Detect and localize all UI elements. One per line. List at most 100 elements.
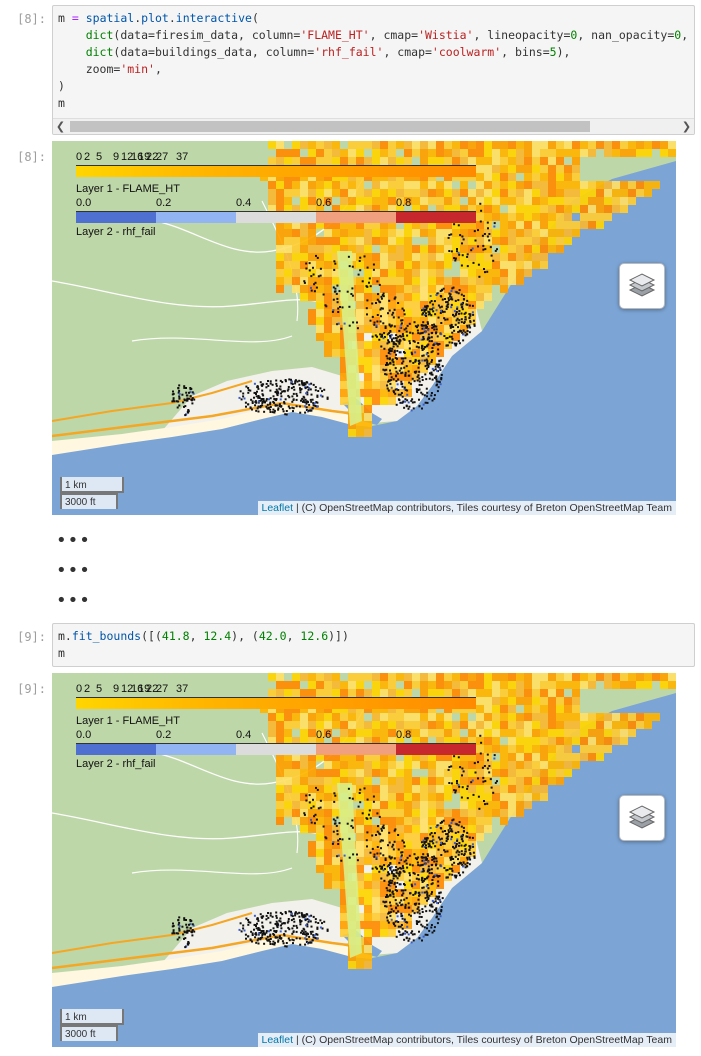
leaflet-link[interactable]: Leaflet bbox=[262, 1034, 294, 1046]
building-marker bbox=[392, 848, 395, 851]
collapsed-output-ellipsis[interactable]: ••• bbox=[56, 560, 91, 581]
building-marker bbox=[263, 942, 266, 945]
flame-height-cell bbox=[436, 317, 444, 325]
flame-height-cell bbox=[316, 841, 324, 849]
flame-height-cell bbox=[500, 697, 508, 705]
building-marker bbox=[426, 391, 429, 394]
building-marker bbox=[404, 905, 407, 908]
horizontal-scrollbar[interactable]: ❮ ❯ bbox=[53, 118, 694, 134]
building-marker bbox=[414, 892, 417, 895]
scroll-left-icon[interactable]: ❮ bbox=[53, 119, 68, 134]
map-output[interactable]: 0 2 5 9 12 16 19 22 27 37 Layer 1 - FLAME_HT 0.0 0.2… bbox=[52, 141, 676, 515]
building-marker bbox=[426, 367, 428, 370]
building-marker bbox=[282, 942, 285, 945]
building-marker bbox=[451, 337, 454, 340]
layers-control-button[interactable] bbox=[619, 263, 665, 309]
flame-height-cell bbox=[572, 181, 580, 189]
input-prompt-9: [9]: bbox=[17, 630, 46, 644]
flame-height-cell bbox=[388, 269, 396, 277]
code-editor[interactable]: m = spatial.plot.interactive( dict(data=… bbox=[53, 6, 694, 112]
collapsed-output-ellipsis[interactable]: ••• bbox=[56, 530, 91, 551]
flame-height-cell bbox=[324, 673, 332, 681]
scale-bar-metric: 1 km bbox=[60, 477, 124, 493]
flame-height-cell bbox=[420, 825, 428, 833]
building-marker bbox=[391, 872, 394, 875]
building-marker bbox=[409, 382, 412, 385]
flame-height-cell bbox=[388, 769, 396, 777]
code-cell-8[interactable]: m = spatial.plot.interactive( dict(data=… bbox=[52, 5, 695, 135]
building-marker bbox=[427, 875, 430, 878]
flame-height-cell bbox=[340, 769, 348, 777]
building-marker bbox=[431, 840, 434, 843]
building-marker bbox=[359, 269, 362, 272]
leaflet-link[interactable]: Leaflet bbox=[262, 502, 294, 514]
building-marker bbox=[314, 937, 317, 939]
flame-height-cell bbox=[300, 777, 308, 785]
flame-height-cell bbox=[484, 285, 492, 293]
flame-height-cell bbox=[404, 817, 412, 825]
building-marker bbox=[430, 340, 433, 343]
flame-height-cell bbox=[396, 817, 404, 825]
flame-height-cell bbox=[292, 801, 300, 809]
building-marker bbox=[408, 854, 411, 857]
building-marker bbox=[426, 927, 428, 930]
map-output[interactable]: 0 2 5 9 12 16 19 22 27 37 Layer 1 - FLAME_HT 0.0 0.2… bbox=[52, 673, 676, 1047]
flame-height-cell bbox=[516, 673, 524, 681]
building-marker bbox=[369, 285, 372, 288]
flame-height-cell bbox=[388, 833, 396, 841]
flame-height-cell bbox=[508, 673, 516, 681]
flame-height-cell bbox=[516, 689, 524, 697]
building-marker bbox=[378, 300, 381, 303]
building-marker bbox=[267, 939, 270, 942]
flame-height-cell bbox=[532, 205, 540, 213]
building-marker bbox=[454, 855, 457, 858]
building-marker bbox=[416, 329, 419, 332]
scrollbar-thumb[interactable] bbox=[70, 121, 590, 132]
flame-height-cell bbox=[340, 913, 348, 921]
flame-height-cell bbox=[660, 149, 668, 157]
flame-height-cell bbox=[588, 205, 596, 213]
building-marker bbox=[402, 867, 405, 870]
flame-height-legend: 0 2 5 9 12 16 19 22 27 37 Layer 1 - FLAME_HT 0.0 0.2… bbox=[76, 683, 476, 770]
flame-height-cell bbox=[412, 793, 420, 801]
flame-height-cell bbox=[316, 301, 324, 309]
flame-height-cell bbox=[548, 221, 556, 229]
flame-height-cell bbox=[324, 293, 332, 301]
layers-control-button[interactable] bbox=[619, 795, 665, 841]
flame-height-cell bbox=[356, 245, 364, 253]
flame-height-cell bbox=[292, 673, 300, 681]
flame-height-cell bbox=[492, 705, 500, 713]
flame-height-cell bbox=[372, 365, 380, 373]
flame-height-cell bbox=[572, 673, 580, 681]
flame-height-cell bbox=[492, 809, 500, 817]
rhf-fail-colorbar bbox=[76, 211, 476, 223]
building-marker bbox=[247, 923, 250, 926]
building-marker bbox=[247, 935, 250, 938]
code-cell-9[interactable]: m.fit_bounds([(41.8, 12.4), (42.0, 12.6)… bbox=[52, 623, 695, 667]
scroll-right-icon[interactable]: ❯ bbox=[679, 119, 694, 134]
flame-height-cell bbox=[620, 181, 628, 189]
building-marker bbox=[395, 337, 398, 340]
building-marker bbox=[311, 939, 314, 942]
flame-height-cell bbox=[396, 673, 404, 681]
building-marker bbox=[397, 393, 400, 396]
flame-height-cell bbox=[436, 141, 444, 149]
building-marker bbox=[392, 910, 395, 913]
legend-tick: 2 bbox=[84, 683, 91, 695]
building-marker bbox=[394, 342, 397, 345]
building-marker bbox=[410, 399, 413, 402]
flame-height-cell bbox=[372, 317, 380, 325]
building-marker bbox=[307, 388, 310, 391]
flame-height-cell bbox=[628, 197, 636, 205]
flame-height-cell bbox=[604, 141, 612, 149]
flame-height-cell bbox=[508, 745, 516, 753]
building-marker bbox=[182, 401, 185, 404]
legend-tick: 5 bbox=[96, 683, 103, 695]
flame-height-cell bbox=[428, 261, 436, 269]
code-editor[interactable]: m.fit_bounds([(41.8, 12.4), (42.0, 12.6)… bbox=[53, 624, 694, 662]
flame-height-cell bbox=[500, 729, 508, 737]
collapsed-output-ellipsis[interactable]: ••• bbox=[56, 590, 91, 611]
flame-height-cell bbox=[668, 149, 676, 157]
building-marker bbox=[308, 801, 311, 804]
flame-height-cell bbox=[532, 189, 540, 197]
